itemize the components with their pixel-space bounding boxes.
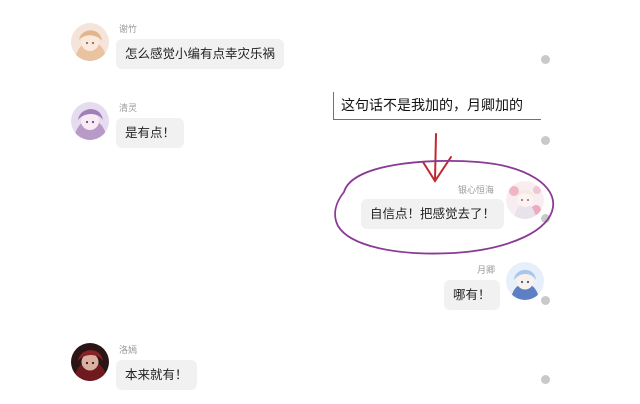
sender-name: 清灵: [119, 104, 138, 114]
red-arrow-icon: [422, 133, 452, 183]
avatar-luoyan[interactable]: [71, 343, 109, 381]
sender-name: 谢竹: [119, 25, 138, 35]
chat-screenshot: 谢竹 怎么感觉小编有点幸灾乐祸 清灵 是有点！ 这句话不是我加的，月卿加的 银心…: [0, 0, 640, 404]
message-bubble[interactable]: 哪有！: [444, 280, 500, 310]
avatar-yinxinhenghai[interactable]: [506, 181, 544, 219]
message-bubble[interactable]: 本来就有！: [116, 360, 197, 390]
sender-name: 月卿: [477, 266, 496, 276]
status-dot-icon: [541, 375, 550, 384]
sender-name: 洛嫣: [119, 346, 138, 356]
status-dot-icon: [541, 296, 550, 305]
message-bubble[interactable]: 怎么感觉小编有点幸灾乐祸: [116, 39, 285, 69]
status-dot-icon: [541, 214, 550, 223]
avatar-yueqing[interactable]: [506, 262, 544, 300]
sender-name: 银心恒海: [458, 186, 495, 196]
status-dot-icon: [541, 136, 550, 145]
message-bubble[interactable]: 自信点！把感觉去了！: [361, 199, 505, 229]
status-dot-icon: [541, 55, 550, 64]
annotation-text: 这句话不是我加的，月卿加的: [341, 98, 523, 114]
avatar-xiezhu[interactable]: [71, 23, 109, 61]
message-bubble[interactable]: 是有点！: [116, 118, 185, 148]
avatar-qingling[interactable]: [71, 102, 109, 140]
